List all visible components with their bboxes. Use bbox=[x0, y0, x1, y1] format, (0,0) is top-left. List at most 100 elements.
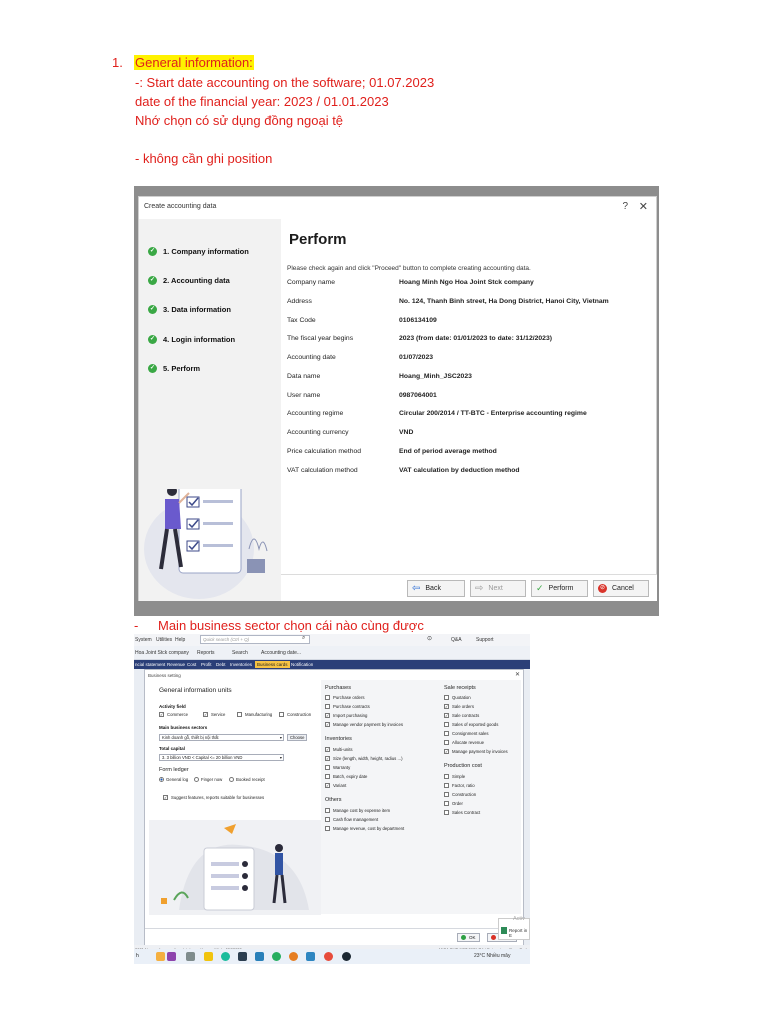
reports-button[interactable]: Reports bbox=[197, 650, 215, 656]
warranty-checkbox[interactable]: Warranty bbox=[325, 765, 350, 770]
quotation-checkbox[interactable]: Quotation bbox=[444, 695, 471, 700]
weather-widget[interactable]: 23°C Nhiều mây bbox=[474, 953, 510, 959]
tab-debt[interactable]: Debt bbox=[216, 662, 226, 667]
business-illustration bbox=[149, 820, 321, 915]
order-checkbox[interactable]: Order bbox=[444, 801, 463, 806]
manage-cost-checkbox[interactable]: Manage cost by expense item bbox=[325, 808, 390, 813]
tab-inventories[interactable]: Inventories bbox=[230, 662, 252, 667]
purchase-contracts-checkbox[interactable]: Purchase contracts bbox=[325, 704, 370, 709]
finger-now-radio[interactable]: Finger now bbox=[194, 777, 222, 782]
help-icon[interactable]: ? bbox=[622, 201, 628, 212]
multi-units-checkbox[interactable]: ✓ Multi-units bbox=[325, 747, 353, 752]
search-icon[interactable]: ⌕ bbox=[302, 635, 305, 642]
booked-receipt-radio[interactable]: Booked receipt bbox=[229, 777, 265, 782]
construction-checkbox[interactable]: Construction bbox=[279, 712, 311, 717]
section-heading: General information: bbox=[134, 55, 254, 70]
general-log-radio[interactable]: General log bbox=[159, 777, 188, 782]
menu-utilities[interactable]: Utilities bbox=[156, 637, 172, 643]
tab-cost[interactable]: Cost bbox=[187, 662, 196, 667]
total-capital-select[interactable]: 3. 3 billion VND < Capital <= 20 billion… bbox=[159, 754, 284, 761]
consignment-checkbox[interactable]: Consignment sales bbox=[444, 731, 489, 736]
tab-business-cards[interactable]: Business cards bbox=[255, 661, 290, 668]
quick-search-input[interactable]: Quick search (Ctrl + Q) bbox=[200, 635, 310, 644]
cancel-icon: ⊘ bbox=[598, 584, 607, 593]
tab-profit[interactable]: Profit bbox=[201, 662, 212, 667]
ok-button[interactable]: OK bbox=[457, 933, 480, 942]
media-icon[interactable] bbox=[342, 952, 351, 961]
manufacturing-checkbox[interactable]: Manufacturing bbox=[237, 712, 272, 717]
firefox-icon[interactable] bbox=[289, 952, 298, 961]
menu-help[interactable]: Help bbox=[175, 637, 185, 643]
edge-icon[interactable] bbox=[221, 952, 230, 961]
sector-note: Main business sector chọn cái nào cùng đ… bbox=[158, 618, 424, 633]
manage-payment-checkbox[interactable]: ✓ Manage payment by invoices bbox=[444, 749, 508, 754]
step-perform[interactable]: ✓ 5. Perform bbox=[148, 364, 200, 373]
commerce-checkbox[interactable]: ✓ Commerce bbox=[159, 712, 188, 717]
cash-flow-checkbox[interactable]: Cash flow management bbox=[325, 817, 378, 822]
arrow-right-icon: ⇨ bbox=[475, 583, 484, 594]
step-accounting-data[interactable]: ✓ 2. Accounting data bbox=[148, 276, 230, 285]
allocate-revenue-checkbox[interactable]: Allocate revenue bbox=[444, 740, 484, 745]
people-icon[interactable] bbox=[156, 952, 165, 961]
tab-financial-statement[interactable]: ncial statement bbox=[135, 662, 165, 667]
manage-revenue-checkbox[interactable]: Manage revenue, cost by department bbox=[325, 826, 404, 831]
perform-button[interactable]: ✓ Perform bbox=[531, 580, 588, 597]
check-icon: ✓ bbox=[148, 305, 157, 314]
step-login-information[interactable]: ✓ 4. Login information bbox=[148, 335, 235, 344]
checkmark-icon: ✓ bbox=[536, 583, 544, 593]
chrome-icon[interactable] bbox=[324, 952, 333, 961]
service-checkbox[interactable]: ✓ Service bbox=[203, 712, 225, 717]
step-data-information[interactable]: ✓ 3. Data information bbox=[148, 305, 231, 314]
main-sector-select[interactable]: Kinh doanh gỗ, thiết bị nội thất ▾ bbox=[159, 734, 284, 741]
variant-checkbox[interactable]: ✓ Variant bbox=[325, 783, 346, 788]
support-link[interactable]: Support bbox=[476, 637, 494, 643]
step-company-information[interactable]: ✓ 1. Company information bbox=[148, 247, 249, 256]
dialog-title: Business setting bbox=[148, 673, 181, 678]
construction-cost-checkbox[interactable]: Construction bbox=[444, 792, 476, 797]
green-app-icon[interactable] bbox=[272, 952, 281, 961]
file-explorer-icon[interactable] bbox=[204, 952, 213, 961]
sale-orders-checkbox[interactable]: ✓ Sale orders bbox=[444, 704, 474, 709]
suggest-features-checkbox[interactable]: ✓ Suggest features, reports suitable for … bbox=[163, 795, 264, 800]
simple-checkbox[interactable]: Simple bbox=[444, 774, 465, 779]
size-checkbox[interactable]: ✓ Size (length, width, height, radius ...… bbox=[325, 756, 403, 761]
checklist-illustration bbox=[144, 489, 268, 599]
create-accounting-dialog: Create accounting data ? ✕ ✓ 1. Company i… bbox=[138, 196, 657, 601]
general-heading: General information units bbox=[159, 687, 232, 694]
setting-footer: OK Cancel bbox=[145, 928, 523, 945]
word-icon[interactable] bbox=[306, 952, 315, 961]
chevron-down-icon: ▾ bbox=[279, 755, 282, 760]
business-setting-screenshot: System Utilities Help Quick search (Ctrl… bbox=[134, 634, 530, 964]
cancel-button[interactable]: ⊘ Cancel bbox=[593, 580, 649, 597]
factor-ratio-checkbox[interactable]: Factor, ratio bbox=[444, 783, 475, 788]
app-menubar: System Utilities Help Quick search (Ctrl… bbox=[134, 634, 530, 646]
close-icon[interactable]: ✕ bbox=[515, 671, 520, 678]
qa-link[interactable]: Q&A bbox=[451, 637, 462, 643]
mail-icon[interactable] bbox=[255, 952, 264, 961]
menu-system[interactable]: System bbox=[135, 637, 152, 643]
clock-icon[interactable]: ⊙ bbox=[427, 635, 432, 642]
store-icon[interactable] bbox=[238, 952, 247, 961]
sale-contracts-checkbox[interactable]: ✓ Sale contracts bbox=[444, 713, 479, 718]
search-button[interactable]: Search bbox=[232, 650, 248, 656]
manage-vendor-payment-checkbox[interactable]: ✓ Manage vendor payment by invoices bbox=[325, 722, 403, 727]
import-purchasing-checkbox[interactable]: ✓ Import purchasing bbox=[325, 713, 367, 718]
back-button[interactable]: ⇦ Back bbox=[407, 580, 465, 597]
accounting-date-button[interactable]: Accounting date... bbox=[261, 650, 301, 656]
purchases-heading: Purchases bbox=[325, 685, 351, 691]
tab-notification[interactable]: Notification bbox=[291, 662, 313, 667]
close-icon[interactable]: ✕ bbox=[639, 200, 648, 213]
wizard-steps: ✓ 1. Company information ✓ 2. Accounting d… bbox=[139, 219, 281, 601]
choose-button[interactable]: Choose bbox=[287, 734, 308, 741]
task-view-icon[interactable] bbox=[186, 952, 195, 961]
app-icon[interactable] bbox=[167, 952, 176, 961]
activation-watermark: Activ bbox=[513, 916, 525, 922]
note-line-4: - không cần ghi position bbox=[135, 151, 273, 166]
next-button[interactable]: ⇨ Next bbox=[470, 580, 526, 597]
total-capital-label: Total capital bbox=[159, 746, 185, 751]
sales-contract-checkbox[interactable]: Sales Contract bbox=[444, 810, 480, 815]
purchase-orders-checkbox[interactable]: Purchase orders bbox=[325, 695, 365, 700]
sales-exported-checkbox[interactable]: Sales of exported goods bbox=[444, 722, 498, 727]
batch-expiry-checkbox[interactable]: Batch, expiry date bbox=[325, 774, 367, 779]
tab-revenue[interactable]: Revenue bbox=[167, 662, 185, 667]
